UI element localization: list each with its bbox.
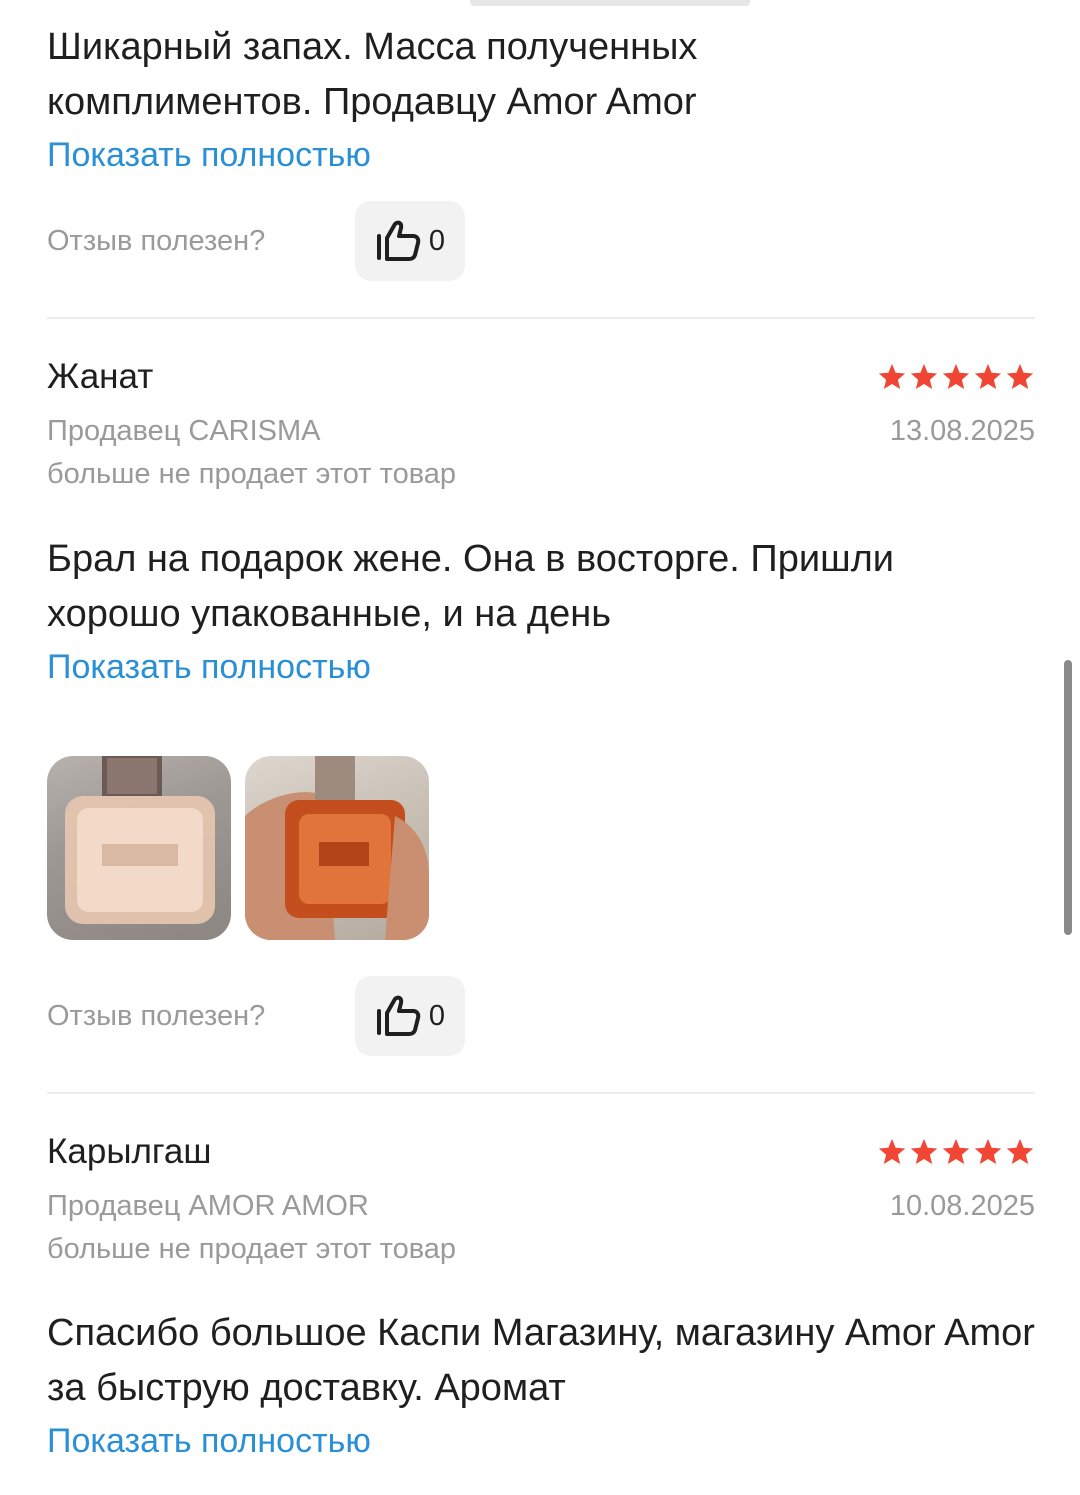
review-2-show-more-link[interactable]: Показать полностью: [47, 642, 371, 692]
star-icon: [973, 362, 1003, 392]
review-3-text: Спасибо большое Каспи Магазину, магазину…: [47, 1312, 1035, 1409]
star-icon: [909, 362, 939, 392]
review-3-show-more-link[interactable]: Показать полностью: [47, 1416, 371, 1466]
thumbs-up-icon: [375, 220, 421, 262]
review-3-seller: Продавец AMOR AMOR: [47, 1190, 369, 1222]
review-1-like-button[interactable]: 0: [355, 201, 465, 281]
review-3-date: 10.08.2025: [889, 1190, 1035, 1222]
review-divider-1: [47, 317, 1035, 319]
thumbs-up-icon: [375, 995, 421, 1037]
review-divider-2: [47, 1092, 1035, 1094]
review-photo-1[interactable]: [47, 756, 231, 940]
top-edge-element: [470, 0, 750, 6]
review-1-like-count: 0: [428, 224, 446, 257]
review-2-like-button[interactable]: 0: [355, 976, 465, 1056]
review-3-rating-stars: [877, 1137, 1035, 1167]
star-icon: [909, 1137, 939, 1167]
review-3-body: Спасибо большое Каспи Магазину, магазину…: [47, 1306, 1035, 1466]
review-1: Шикарный запах. Масса полученных комплим…: [47, 20, 1035, 180]
review-2-seller: Продавец CARISMA: [47, 415, 321, 447]
scrollbar[interactable]: [1064, 660, 1072, 935]
review-3-author: Карылгаш: [47, 1132, 212, 1171]
review-1-helpful-label: Отзыв полезен?: [47, 224, 266, 257]
review-2-photos: [47, 756, 429, 940]
review-3-seller-status: больше не продает этот товар: [47, 1233, 457, 1265]
perfume-bottle-image: [65, 756, 215, 924]
review-2-body: Брал на подарок жене. Она в восторге. Пр…: [47, 532, 1035, 692]
review-2-seller-status: больше не продает этот товар: [47, 458, 457, 490]
review-2-text: Брал на подарок жене. Она в восторге. Пр…: [47, 538, 894, 635]
review-2-like-count: 0: [428, 999, 446, 1032]
review-2-helpful-label: Отзыв полезен?: [47, 999, 266, 1032]
star-icon: [1005, 362, 1035, 392]
star-icon: [1005, 1137, 1035, 1167]
review-2-rating-stars: [877, 362, 1035, 392]
star-icon: [973, 1137, 1003, 1167]
review-2-helpful-row: Отзыв полезен? 0: [47, 976, 465, 1056]
reviews-page: Шикарный запах. Масса полученных комплим…: [0, 0, 1080, 1495]
review-2-date: 13.08.2025: [889, 415, 1035, 447]
star-icon: [941, 362, 971, 392]
star-icon: [941, 1137, 971, 1167]
review-1-helpful-row: Отзыв полезен? 0: [47, 201, 465, 281]
star-icon: [877, 1137, 907, 1167]
star-icon: [877, 362, 907, 392]
perfume-in-hand-image: [245, 756, 429, 940]
review-2-author: Жанат: [47, 357, 154, 396]
review-photo-2[interactable]: [245, 756, 429, 940]
review-1-text: Шикарный запах. Масса полученных комплим…: [47, 26, 698, 123]
review-1-show-more-link[interactable]: Показать полностью: [47, 130, 371, 180]
